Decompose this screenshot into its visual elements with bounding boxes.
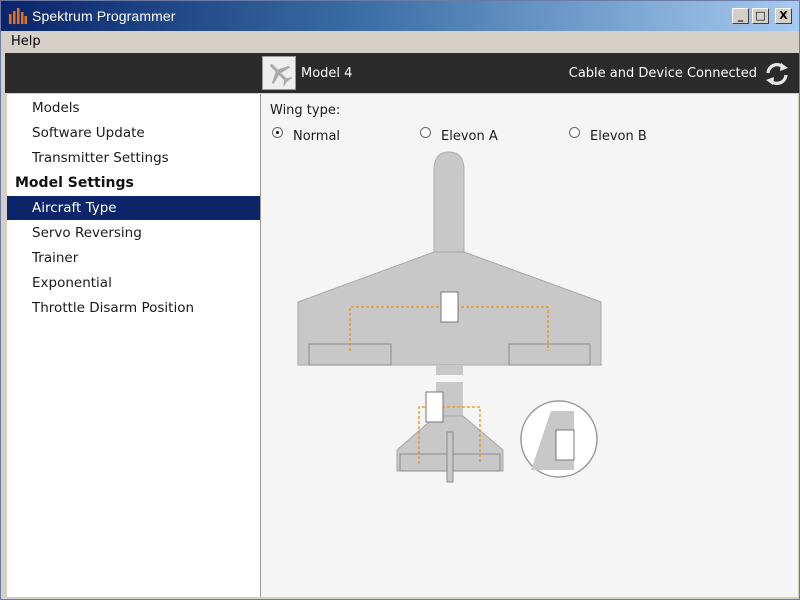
close-button[interactable]: X bbox=[775, 8, 792, 24]
sidebar-item-trainer[interactable]: Trainer bbox=[7, 246, 260, 270]
tail-servo-shape bbox=[425, 391, 444, 423]
maximize-button[interactable]: □ bbox=[752, 8, 769, 24]
refresh-icon[interactable] bbox=[763, 60, 791, 88]
title-bar[interactable]: Spektrum Programmer _ □ X bbox=[1, 1, 799, 31]
app-window: Spektrum Programmer _ □ X Help Model 4 C… bbox=[0, 0, 800, 600]
window-title: Spektrum Programmer bbox=[32, 8, 176, 24]
connection-status: Cable and Device Connected bbox=[568, 66, 757, 81]
fuselage-mid-shape bbox=[436, 365, 463, 375]
model-name: Model 4 bbox=[301, 66, 353, 81]
sidebar-item-software-update[interactable]: Software Update bbox=[7, 121, 260, 145]
sidebar-item-transmitter-settings[interactable]: Transmitter Settings bbox=[7, 146, 260, 170]
aileron-servo-shape bbox=[440, 291, 459, 323]
model-header: Model 4 Cable and Device Connected bbox=[5, 53, 799, 93]
main-panel: Wing type: Normal Elevon A Elevon B bbox=[261, 94, 798, 597]
minimize-button[interactable]: _ bbox=[732, 8, 749, 24]
fuselage-nose-shape bbox=[433, 151, 465, 255]
sidebar: Models Software Update Transmitter Setti… bbox=[7, 94, 261, 597]
spektrum-bars-icon bbox=[9, 8, 27, 24]
aircraft-diagram bbox=[297, 151, 602, 483]
rudder-detail-servo bbox=[555, 429, 575, 461]
airplane-icon bbox=[270, 64, 293, 87]
vertical-fin-shape bbox=[446, 431, 454, 483]
menu-help[interactable]: Help bbox=[11, 34, 41, 49]
model-plane-tile[interactable] bbox=[262, 56, 296, 90]
sidebar-item-aircraft-type[interactable]: Aircraft Type bbox=[7, 196, 260, 220]
sidebar-item-exponential[interactable]: Exponential bbox=[7, 271, 260, 295]
sidebar-item-servo-reversing[interactable]: Servo Reversing bbox=[7, 221, 260, 245]
sidebar-item-throttle-disarm[interactable]: Throttle Disarm Position bbox=[7, 296, 260, 320]
sidebar-item-models[interactable]: Models bbox=[7, 96, 260, 120]
sidebar-section-title: Model Settings bbox=[15, 175, 134, 191]
menu-bar: Help bbox=[1, 31, 799, 52]
